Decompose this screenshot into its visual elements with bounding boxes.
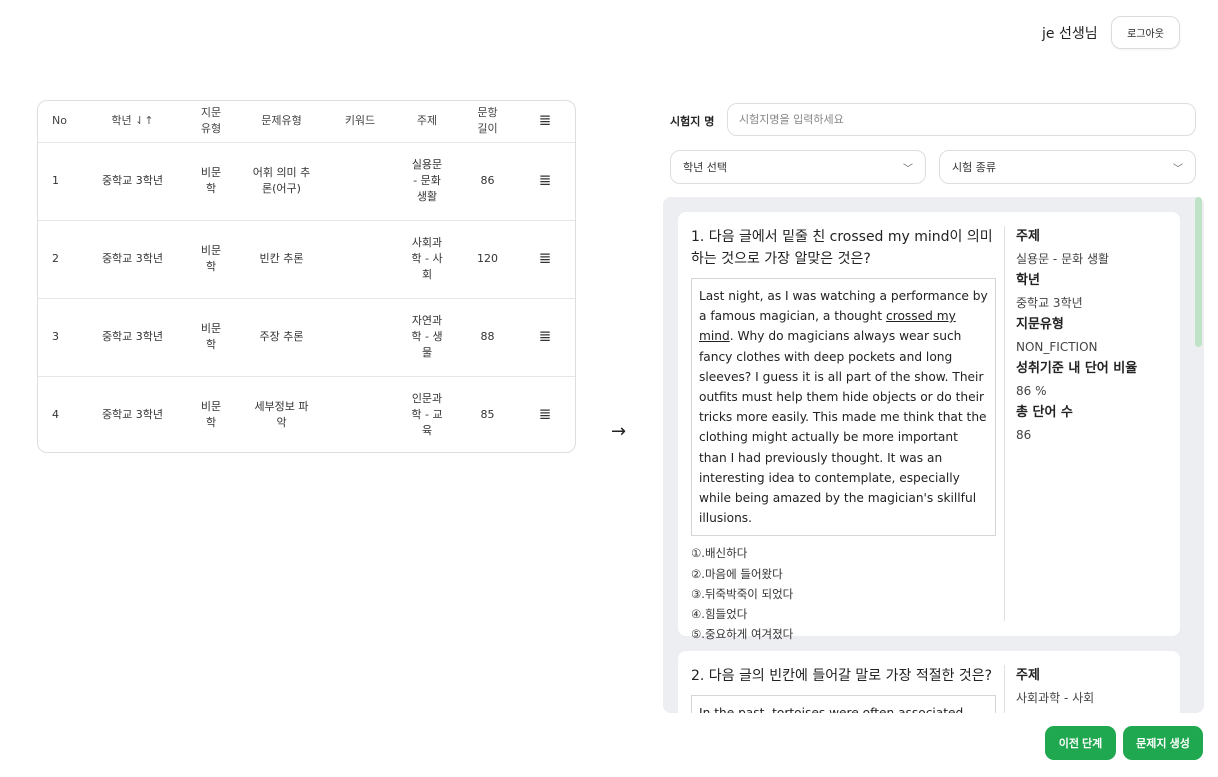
arrow-right-icon: → (611, 421, 627, 442)
col-header-grade-label: 학년 (111, 114, 132, 128)
cell-topic: 사회과 학 - 사 회 (411, 236, 443, 281)
cell-length: 86 (480, 174, 495, 187)
cell-menu: ≣ (513, 376, 575, 452)
cell-grade: 중학교 3학년 (101, 174, 164, 187)
cell-grade: 중학교 3학년 (101, 330, 164, 343)
cell-no: 4 (52, 408, 59, 422)
exam-type-select-label: 시험 종류 (952, 161, 996, 174)
divider (1004, 226, 1005, 621)
drag-handle-icon[interactable]: ≣ (539, 328, 552, 344)
table-row[interactable]: 2 중학교 3학년 비문 학 빈칸 추론 사회과 학 - 사 회 120 ≣ (38, 220, 575, 298)
cell-grade: 중학교 3학년 (101, 408, 164, 422)
exam-name-input[interactable] (727, 103, 1196, 136)
cell-passage-type: 비문 학 (200, 166, 222, 195)
col-header-question-type: 문제유형 (261, 114, 302, 128)
chevron-down-icon: ﹀ (903, 163, 913, 175)
question-meta: 주제 실용문 - 문화 생활 학년 중학교 3학년 지문유형 NON_FICTI… (1016, 226, 1176, 446)
user-name: je 선생님 (1042, 26, 1098, 42)
cell-passage-type: 비문 학 (200, 322, 222, 351)
prev-step-button[interactable]: 이전 단계 (1045, 726, 1116, 760)
create-exam-button[interactable]: 문제지 생성 (1123, 726, 1203, 760)
drag-handle-icon[interactable]: ≣ (539, 172, 552, 188)
question-title: 2. 다음 글의 빈칸에 들어갈 말로 가장 적절한 것은? (691, 668, 993, 684)
question-title: 1. 다음 글에서 밑줄 친 crossed my mind이 의미하는 것으로… (691, 229, 993, 267)
question-card: 2. 다음 글의 빈칸에 들어갈 말로 가장 적절한 것은? In the pa… (678, 651, 1180, 713)
meta-passage-type: NON_FICTION (1016, 340, 1098, 354)
cell-question-type: 주장 추론 (259, 330, 304, 343)
answer-option: ③.뒤죽박죽이 되었다 (691, 586, 794, 601)
sort-icon[interactable]: ⇃↑ (135, 114, 153, 127)
cell-keyword (328, 142, 392, 220)
meta-ratio-label: 성취기준 내 단어 비율 (1016, 361, 1138, 376)
question-passage: Last night, as I was watching a performa… (691, 278, 996, 537)
table-row[interactable]: 3 중학교 3학년 비문 학 주장 추론 자연과 학 - 생 물 88 ≣ (38, 298, 575, 376)
meta-ratio: 86 % (1016, 384, 1047, 398)
chevron-down-icon: ﹀ (1173, 163, 1183, 175)
cell-no: 3 (52, 330, 59, 343)
cell-question-type: 어휘 의미 추 론(어구) (252, 166, 311, 195)
drag-handle-icon[interactable]: ≣ (539, 250, 552, 266)
cell-menu: ≣ (513, 220, 575, 298)
cell-topic: 자연과 학 - 생 물 (411, 314, 443, 359)
meta-word-count: 86 (1016, 428, 1032, 442)
passage-text: . Why do magicians always wear such fanc… (699, 329, 987, 526)
table-row[interactable]: 1 중학교 3학년 비문 학 어휘 의미 추 론(어구) 실용문 - 문화 생활… (38, 142, 575, 220)
preview-scrollbar[interactable] (1195, 197, 1202, 347)
col-header-no: No (52, 114, 67, 128)
col-header-menu: ≣ (513, 101, 575, 142)
answer-option: ②.마음에 들어왔다 (691, 566, 783, 581)
cell-passage-type: 비문 학 (200, 244, 222, 273)
meta-grade: 중학교 3학년 (1016, 296, 1083, 310)
cell-menu: ≣ (513, 142, 575, 220)
answer-options: ①.배신하다 ②.마음에 들어왔다 ③.뒤죽박죽이 되었다 ④.힘들었다 ⑤.중… (691, 543, 996, 644)
question-body: 2. 다음 글의 빈칸에 들어갈 말로 가장 적절한 것은? In the pa… (691, 665, 996, 713)
cell-passage-type: 비문 학 (200, 400, 222, 430)
answer-option: ⑤.중요하게 여겨졌다 (691, 627, 794, 642)
answer-option: ①.배신하다 (691, 546, 748, 561)
col-header-passage-type: 지문 유형 (200, 106, 222, 136)
drag-handle-icon[interactable]: ≣ (539, 406, 552, 422)
meta-topic-label: 주제 (1016, 229, 1040, 244)
meta-grade-label: 학년 (1016, 273, 1040, 288)
cell-length: 88 (480, 330, 495, 343)
table-row[interactable]: 4 중학교 3학년 비문 학 세부정보 파 악 인문과 학 - 교 육 85 ≣ (38, 376, 575, 452)
col-header-length: 문항 길이 (477, 106, 498, 136)
question-meta: 주제 사회과학 - 사회 (1016, 665, 1176, 709)
cell-no: 2 (52, 252, 59, 265)
meta-topic-label: 주제 (1016, 668, 1040, 683)
cell-length: 85 (480, 408, 495, 422)
cell-question-type: 세부정보 파 악 (254, 400, 309, 430)
meta-passage-type-label: 지문유형 (1016, 317, 1064, 332)
exam-name-label: 시험지 명 (670, 115, 715, 128)
col-header-topic: 주제 (416, 114, 438, 128)
grade-select[interactable]: 학년 선택 ﹀ (670, 150, 926, 184)
meta-topic: 사회과학 - 사회 (1016, 691, 1095, 705)
cell-topic: 인문과 학 - 교 육 (411, 392, 443, 438)
divider (1004, 665, 1005, 713)
cell-grade: 중학교 3학년 (101, 252, 164, 265)
meta-word-count-label: 총 단어 수 (1016, 405, 1073, 420)
meta-topic: 실용문 - 문화 생활 (1016, 252, 1110, 266)
cell-keyword (328, 220, 392, 298)
cell-question-type: 빈칸 추론 (259, 252, 304, 265)
col-header-keyword: 키워드 (344, 114, 376, 128)
cell-keyword (328, 376, 392, 452)
menu-icon: ≣ (538, 111, 552, 130)
question-body: 1. 다음 글에서 밑줄 친 crossed my mind이 의미하는 것으로… (691, 226, 996, 644)
exam-type-select[interactable]: 시험 종류 ﹀ (939, 150, 1196, 184)
cell-length: 120 (477, 252, 498, 265)
question-table: No 학년 ⇃↑ 지문 유형 문제유형 키워드 주제 문항 길이 ≣ 1 중학교… (37, 100, 576, 453)
col-header-grade[interactable]: 학년 ⇃↑ (78, 101, 187, 142)
question-card: 1. 다음 글에서 밑줄 친 crossed my mind이 의미하는 것으로… (678, 212, 1180, 641)
grade-select-label: 학년 선택 (683, 161, 727, 174)
cell-topic: 실용문 - 문화 생활 (411, 158, 443, 203)
question-preview-panel[interactable]: 1. 다음 글에서 밑줄 친 crossed my mind이 의미하는 것으로… (663, 197, 1204, 713)
answer-option: ④.힘들었다 (691, 607, 748, 622)
cell-menu: ≣ (513, 298, 575, 376)
logout-button[interactable]: 로그아웃 (1111, 16, 1180, 49)
cell-keyword (328, 298, 392, 376)
table-header-row: No 학년 ⇃↑ 지문 유형 문제유형 키워드 주제 문항 길이 ≣ (38, 101, 575, 142)
cell-no: 1 (52, 174, 59, 187)
question-passage: In the past, tortoises were often associ… (691, 695, 996, 713)
